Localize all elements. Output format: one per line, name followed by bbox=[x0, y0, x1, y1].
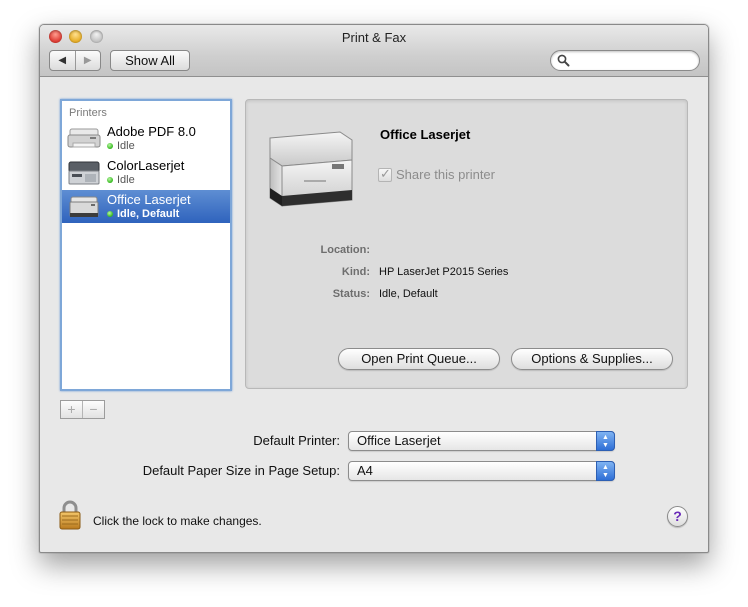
printer-status: Idle bbox=[117, 140, 135, 152]
status-label: Status: bbox=[332, 288, 370, 300]
paper-size-select[interactable]: A4 ▲ ▼ bbox=[348, 461, 615, 481]
printer-detail-panel: Office Laserjet Share this printer Locat… bbox=[245, 99, 688, 389]
printer-name: Office Laserjet bbox=[107, 192, 191, 207]
forward-arrow-icon[interactable]: ▶ bbox=[74, 51, 101, 70]
printers-header: Printers bbox=[69, 107, 107, 119]
printer-item-adobe-pdf[interactable]: Adobe PDF 8.0 Idle bbox=[62, 122, 230, 155]
location-label: Location: bbox=[320, 244, 371, 256]
status-dot-icon bbox=[107, 177, 113, 183]
back-forward-control: ◀ ▶ bbox=[49, 50, 101, 71]
checkbox-icon bbox=[378, 166, 392, 182]
add-printer-button[interactable]: + bbox=[61, 401, 82, 418]
selected-printer-name: Office Laserjet bbox=[380, 127, 471, 142]
window-title: Print & Fax bbox=[341, 30, 407, 45]
printer-status: Idle, Default bbox=[117, 208, 180, 220]
printer-name: ColorLaserjet bbox=[107, 158, 185, 173]
printer-name: Adobe PDF 8.0 bbox=[107, 124, 196, 139]
kind-label: Kind: bbox=[341, 266, 370, 278]
show-all-button[interactable]: Show All bbox=[110, 50, 190, 71]
back-arrow-icon[interactable]: ◀ bbox=[50, 51, 75, 70]
print-fax-window: Print & Fax ◀ ▶ Show All Printers Adobe … bbox=[39, 24, 709, 553]
default-printer-label: Default Printer: bbox=[253, 433, 340, 448]
status-value: Idle, Default bbox=[379, 288, 438, 300]
share-printer-label: Share this printer bbox=[396, 167, 495, 182]
default-printer-value: Office Laserjet bbox=[357, 433, 441, 448]
status-dot-icon bbox=[107, 211, 113, 217]
status-dot-icon bbox=[107, 143, 113, 149]
laser-printer-large-icon bbox=[269, 131, 353, 207]
paper-size-label: Default Paper Size in Page Setup: bbox=[142, 463, 340, 478]
options-supplies-button[interactable]: Options & Supplies... bbox=[511, 348, 673, 370]
help-button[interactable]: ? bbox=[667, 506, 688, 527]
paper-size-value: A4 bbox=[357, 463, 373, 478]
laser-printer-icon bbox=[69, 196, 99, 217]
popup-arrows-icon: ▲ ▼ bbox=[596, 461, 615, 481]
remove-printer-button[interactable]: − bbox=[82, 401, 104, 418]
lock-icon[interactable] bbox=[58, 499, 82, 531]
add-remove-control: + − bbox=[60, 400, 105, 419]
magnifier-icon bbox=[557, 54, 570, 67]
title-bar: Print & Fax ◀ ▶ Show All bbox=[40, 25, 708, 77]
printer-status: Idle bbox=[117, 174, 135, 186]
kind-value: HP LaserJet P2015 Series bbox=[379, 266, 509, 278]
printer-item-color-laserjet[interactable]: ColorLaserjet Idle bbox=[62, 156, 230, 189]
default-printer-select[interactable]: Office Laserjet ▲ ▼ bbox=[348, 431, 615, 451]
pdf-printer-icon bbox=[67, 128, 101, 148]
color-printer-icon bbox=[68, 161, 100, 185]
open-print-queue-button[interactable]: Open Print Queue... bbox=[338, 348, 500, 370]
popup-arrows-icon: ▲ ▼ bbox=[596, 431, 615, 451]
search-input[interactable] bbox=[550, 50, 700, 71]
printer-item-office-laserjet[interactable]: Office Laserjet Idle, Default bbox=[62, 190, 230, 223]
printer-list[interactable]: Printers Adobe PDF 8.0 Idle ColorLaserje… bbox=[60, 99, 232, 391]
share-printer-checkbox[interactable]: Share this printer bbox=[378, 166, 495, 182]
lock-message: Click the lock to make changes. bbox=[93, 514, 262, 528]
